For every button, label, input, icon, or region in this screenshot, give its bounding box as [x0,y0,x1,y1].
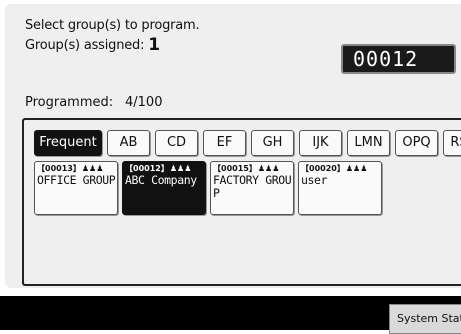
assigned-count: 1 [148,35,160,55]
assigned-status: Group(s) assigned: 1 [25,34,160,55]
tab-gh[interactable]: GH [251,130,294,156]
entry-number: 【00012】 [125,164,169,173]
entry-name: OFFICE GROUP [37,173,116,187]
entry-number: 【00020】 [301,164,345,173]
tab-ijk[interactable]: IJK [299,130,342,156]
registration-number-display: 00012 [341,44,456,74]
group-entry-button[interactable]: 【00015】♟♟♟ FACTORY GROUP [210,161,294,215]
group-icon: ♟♟♟ [345,164,368,173]
group-entry-button[interactable]: 【00013】♟♟♟ OFFICE GROUP [34,161,118,215]
group-entry-button[interactable]: 【00012】♟♟♟ ABC Company [122,161,206,215]
entry-name: user [301,173,328,187]
entry-number: 【00013】 [37,164,81,173]
entry-number: 【00015】 [213,164,257,173]
main-panel: Select group(s) to program. Group(s) ass… [5,4,461,288]
assigned-label: Group(s) assigned: [25,38,145,53]
tab-ab[interactable]: AB [107,130,150,156]
tab-cd[interactable]: CD [155,130,198,156]
programmed-label: Programmed: [25,95,114,110]
entry-name: FACTORY GROUP [213,173,292,200]
programmed-count: 4/100 [125,95,163,110]
tab-lmn[interactable]: LMN [347,130,390,156]
entry-name: ABC Company [125,173,197,187]
tab-opq[interactable]: OPQ [395,130,438,156]
tab-ef[interactable]: EF [203,130,246,156]
instruction-text: Select group(s) to program. [25,18,200,33]
group-selection-frame: Frequent AB CD EF GH IJK LMN OPQ RST 【00… [22,118,461,286]
group-icon: ♟♟♟ [257,164,280,173]
group-icon: ♟♟♟ [169,164,192,173]
group-entry-button[interactable]: 【00020】♟♟♟ user [298,161,382,215]
bottom-bar: System Status [0,296,461,334]
tab-rst[interactable]: RST [443,130,461,156]
group-icon: ♟♟♟ [81,164,104,173]
tab-frequent[interactable]: Frequent [34,130,102,156]
